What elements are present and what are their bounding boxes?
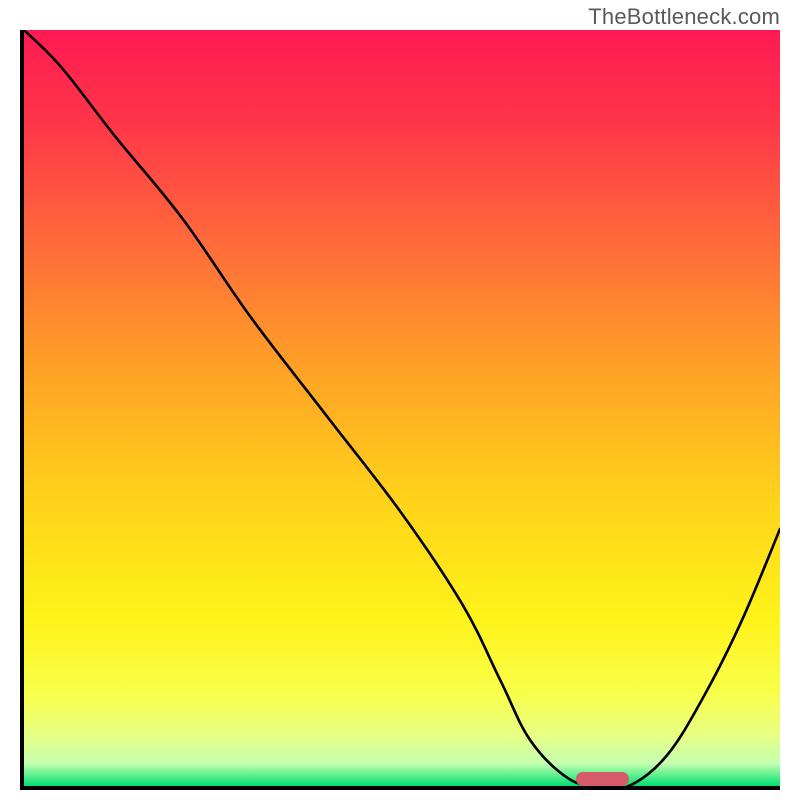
chart-container: TheBottleneck.com — [0, 0, 800, 800]
curve-layer — [24, 30, 780, 786]
optimal-range-marker — [576, 772, 629, 786]
plot-area — [20, 30, 780, 790]
watermark-text: TheBottleneck.com — [588, 4, 780, 30]
bottleneck-curve — [24, 30, 780, 786]
